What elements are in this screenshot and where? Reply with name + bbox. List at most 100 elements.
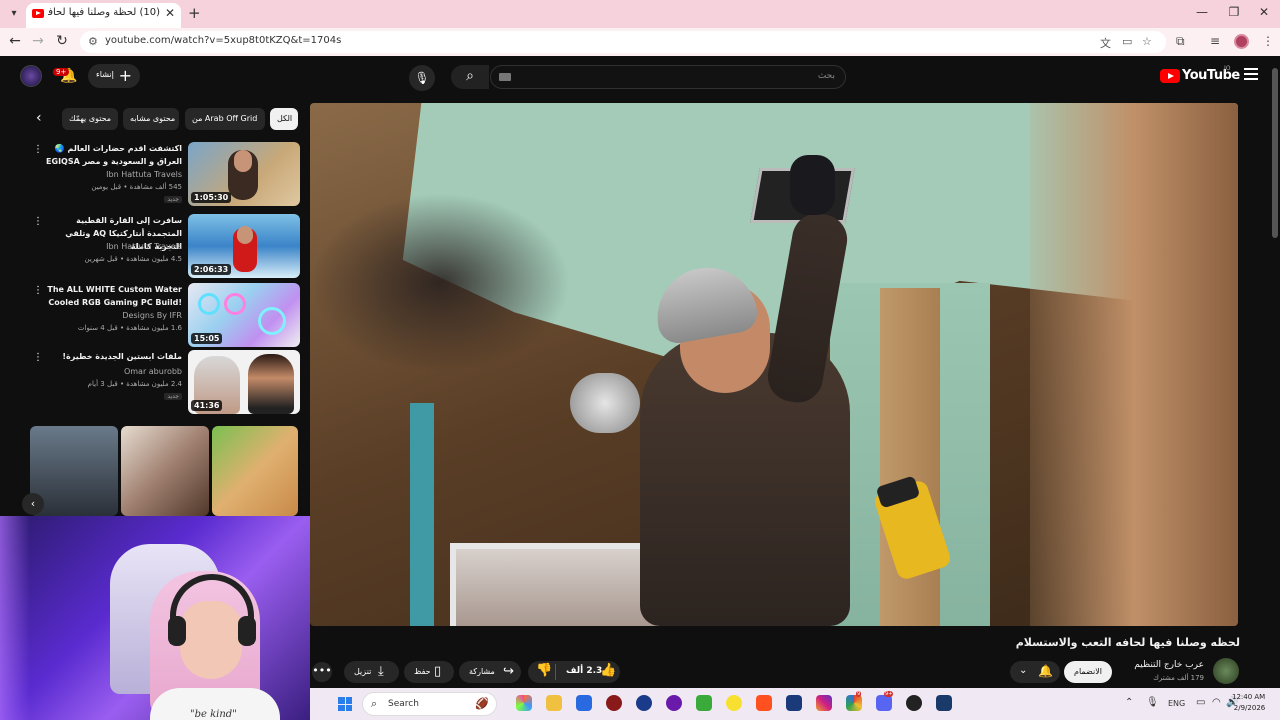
like-count[interactable]: 2.3 ألف xyxy=(566,666,602,676)
account-avatar[interactable] xyxy=(20,65,42,87)
hamburger-menu-icon[interactable] xyxy=(1244,68,1258,83)
channel-name[interactable]: Ibn Hattuta Travels xyxy=(42,242,182,251)
more-options-icon[interactable]: ⋮ xyxy=(33,285,43,296)
file-explorer-icon[interactable] xyxy=(546,695,562,711)
profile-avatar[interactable] xyxy=(1234,34,1249,49)
cast-icon[interactable]: ▭ xyxy=(1122,35,1132,48)
chips-prev-icon[interactable]: ‹ xyxy=(36,110,42,126)
video-thumbnail[interactable]: 2:06:33 xyxy=(188,214,300,278)
mic-tray-icon[interactable]: 🎙 xyxy=(1146,697,1159,708)
app-icon[interactable] xyxy=(726,695,742,711)
close-window-button[interactable]: ✕ xyxy=(1254,5,1274,19)
search-button[interactable]: ⌕ xyxy=(451,65,489,89)
microphone-icon: 🎙 xyxy=(414,71,430,85)
copilot-icon[interactable] xyxy=(516,695,532,711)
video-thumbnail[interactable]: 41:36 xyxy=(188,350,300,414)
video-title[interactable]: ملفات ابستين الجديدة خطيرة! xyxy=(42,350,182,363)
extensions-icon[interactable]: ⧉ xyxy=(1176,34,1185,49)
taskbar-clock[interactable]: 12:40 AM 2/9/2026 xyxy=(1232,692,1265,714)
chrome-badge: 9 xyxy=(856,691,862,697)
scrollbar-thumb[interactable] xyxy=(1272,68,1278,238)
site-info-icon[interactable]: ⚙ xyxy=(88,35,98,48)
minimize-button[interactable]: — xyxy=(1192,5,1212,19)
save-button[interactable]: حفظ ▯ xyxy=(404,661,454,683)
instagram-icon[interactable] xyxy=(816,695,832,711)
voice-search-button[interactable]: 🎙 xyxy=(409,65,435,91)
app-icon[interactable] xyxy=(696,695,712,711)
chip-all[interactable]: الكل xyxy=(270,108,298,130)
app-icon[interactable] xyxy=(636,695,652,711)
new-tab-button[interactable]: + xyxy=(188,4,201,22)
browser-menu-icon[interactable]: ⋮ xyxy=(1262,34,1274,48)
tab-search-icon[interactable]: ▾ xyxy=(6,6,22,22)
app-icon[interactable] xyxy=(606,695,622,711)
steam-icon[interactable] xyxy=(936,695,952,711)
video-thumbnail[interactable]: 15:05 xyxy=(188,283,300,347)
chip-from-channel[interactable]: من Arab Off Grid xyxy=(185,108,265,130)
browser-toolbar: ← → ↻ ⚙ youtube.com/watch?v=5xup8t0tKZQ&… xyxy=(0,28,1280,56)
recommendation-item[interactable]: 2:06:33 سافرت إلى القارة القطبية المتجمد… xyxy=(30,214,300,280)
channel-name[interactable]: Omar aburobb xyxy=(42,367,182,376)
video-player[interactable] xyxy=(310,103,1238,626)
browser-tab[interactable]: (10) لحظة وصلنا فيها لحافة التعب ✕ xyxy=(26,3,181,28)
chip-related[interactable]: محتوى مشابه xyxy=(123,108,179,130)
download-button[interactable]: تنزيل ⤓ xyxy=(344,661,399,683)
keyboard-icon[interactable] xyxy=(499,73,511,81)
like-icon[interactable]: 👍 xyxy=(600,663,616,678)
channel-name-main[interactable]: عرب خارج التنظيم xyxy=(1134,660,1204,670)
youtube-logo-text[interactable]: YouTube xyxy=(1182,68,1240,83)
recommendation-item[interactable]: 15:05 The ALL WHITE Custom Water Cooled … xyxy=(30,283,300,349)
language-indicator[interactable]: ENG xyxy=(1168,699,1185,708)
forward-icon[interactable]: → xyxy=(29,33,47,49)
app-icon[interactable] xyxy=(666,695,682,711)
video-title[interactable]: The ALL WHITE Custom Water Cooled RGB Ga… xyxy=(42,283,182,309)
tray-chevron-icon[interactable]: ⌃ xyxy=(1125,697,1133,708)
recommendation-item[interactable]: 1:05:30 اكتشفت اقدم حضارات العالم 🌏 العر… xyxy=(30,142,300,208)
subscription-bell-button[interactable]: 🔔 ⌄ xyxy=(1010,661,1060,683)
bookmark-star-icon[interactable]: ☆ xyxy=(1142,35,1152,48)
shorts-thumbnail[interactable] xyxy=(212,426,298,516)
browser-tab-strip: ▾ (10) لحظة وصلنا فيها لحافة التعب ✕ + —… xyxy=(0,0,1280,28)
youtube-logo-icon[interactable] xyxy=(1160,69,1180,83)
chrome-icon[interactable] xyxy=(846,695,862,711)
more-options-icon[interactable]: ⋮ xyxy=(33,216,43,227)
shorts-thumbnail[interactable] xyxy=(121,426,209,516)
channel-avatar[interactable] xyxy=(1213,658,1239,684)
wifi-icon[interactable]: ◠ xyxy=(1212,697,1221,708)
create-button[interactable]: + إنشاء xyxy=(88,64,140,88)
translate-icon[interactable]: 文 xyxy=(1100,35,1111,51)
close-tab-icon[interactable]: ✕ xyxy=(165,6,175,20)
page-scrollbar[interactable] xyxy=(1270,58,1280,720)
store-icon[interactable] xyxy=(576,695,592,711)
address-bar[interactable]: ⚙ youtube.com/watch?v=5xup8t0tKZQ&t=1704… xyxy=(80,31,1166,53)
maximize-button[interactable]: ❐ xyxy=(1224,5,1244,19)
shirt-print-text: "be kind" xyxy=(190,709,237,720)
url-text[interactable]: youtube.com/watch?v=5xup8t0tKZQ&t=1704s xyxy=(105,35,341,46)
reload-icon[interactable]: ↻ xyxy=(53,33,71,49)
windows-start-icon[interactable] xyxy=(338,697,352,711)
back-icon[interactable]: ← xyxy=(6,33,24,49)
app-icon[interactable] xyxy=(906,695,922,711)
video-title[interactable]: اكتشفت اقدم حضارات العالم 🌏 العراق و الس… xyxy=(42,142,182,168)
channel-name[interactable]: Ibn Hattuta Travels xyxy=(42,170,182,179)
more-actions-button[interactable]: ••• xyxy=(312,662,332,682)
more-options-icon[interactable]: ⋮ xyxy=(33,352,43,363)
chip-for-you[interactable]: محتوى يهمّك xyxy=(62,108,118,130)
app-icon[interactable] xyxy=(786,695,802,711)
dislike-icon[interactable]: 👎 xyxy=(536,663,552,678)
taskbar-search[interactable]: ⌕ Search 🏈 xyxy=(362,692,497,716)
search-input[interactable]: بحث xyxy=(490,65,846,89)
shorts-prev-icon[interactable]: ‹ xyxy=(22,493,44,515)
more-options-icon[interactable]: ⋮ xyxy=(33,144,43,155)
channel-name[interactable]: Designs By IFR xyxy=(42,311,182,320)
share-button[interactable]: مشاركة ↪ xyxy=(459,661,521,683)
display-tray-icon[interactable]: ▭ xyxy=(1196,697,1205,708)
video-thumbnail[interactable]: 1:05:30 xyxy=(188,142,300,206)
foil-duct xyxy=(570,373,640,433)
recommendation-item[interactable]: 41:36 ملفات ابستين الجديدة خطيرة! Omar a… xyxy=(30,350,300,416)
join-button[interactable]: الانضمام xyxy=(1064,661,1112,683)
brave-icon[interactable] xyxy=(756,695,772,711)
media-controls-icon[interactable]: ≡ xyxy=(1210,34,1220,48)
discord-icon[interactable] xyxy=(876,695,892,711)
thumbnail-face xyxy=(234,150,252,172)
